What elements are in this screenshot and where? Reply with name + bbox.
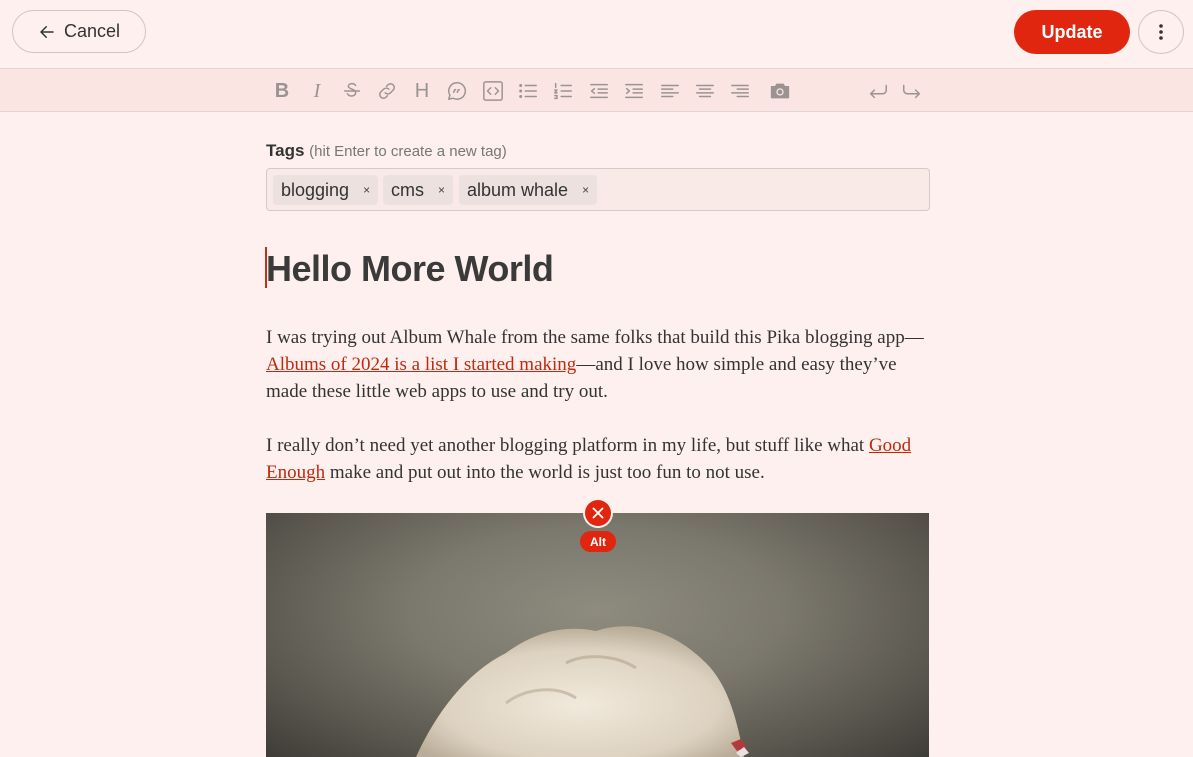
tag-label: cms xyxy=(391,179,424,200)
tag-chip: blogging × xyxy=(273,175,379,205)
close-icon xyxy=(592,507,604,519)
paragraph[interactable]: I was trying out Album Whale from the sa… xyxy=(266,324,936,405)
tag-chip: album whale × xyxy=(459,175,598,205)
align-left-icon xyxy=(661,84,679,98)
heading-icon: H xyxy=(414,79,430,102)
heading-button[interactable]: H xyxy=(409,78,435,104)
cancel-button[interactable]: Cancel xyxy=(12,10,146,53)
align-right-button[interactable] xyxy=(727,78,753,104)
align-right-icon xyxy=(731,84,749,98)
quote-button[interactable] xyxy=(444,78,470,104)
indent-icon xyxy=(625,83,643,99)
numbered-list-icon xyxy=(554,82,572,100)
code-button[interactable] xyxy=(480,78,506,104)
redo-icon xyxy=(903,84,921,99)
paragraph-text: make and put out into the world is just … xyxy=(325,462,765,483)
tag-remove-icon[interactable]: × xyxy=(438,183,445,197)
bold-icon: B xyxy=(274,79,290,102)
indent-button[interactable] xyxy=(621,78,647,104)
undo-button[interactable] xyxy=(865,78,891,104)
tags-title: Tags xyxy=(266,141,305,160)
tag-remove-icon[interactable]: × xyxy=(582,183,589,197)
redo-button[interactable] xyxy=(899,78,925,104)
arrow-left-icon xyxy=(40,25,54,38)
tags-hint: (hit Enter to create a new tag) xyxy=(309,143,507,160)
update-button[interactable]: Update xyxy=(1014,10,1130,54)
italic-icon: I xyxy=(313,79,321,102)
link-icon xyxy=(379,83,395,99)
tag-label: blogging xyxy=(281,179,350,200)
more-vertical-icon xyxy=(1159,24,1163,40)
outdent-icon xyxy=(590,83,608,99)
alt-text-button[interactable]: Alt xyxy=(580,531,616,552)
insert-image-button[interactable] xyxy=(767,78,793,104)
link-button[interactable] xyxy=(374,78,400,104)
formatting-toolbar: B I H xyxy=(0,68,1193,112)
align-center-icon xyxy=(696,84,714,98)
albums-link[interactable]: Albums of 2024 is a list I started makin… xyxy=(266,354,576,375)
quote-icon xyxy=(448,82,467,100)
undo-icon xyxy=(869,84,887,99)
tag-label: album whale xyxy=(467,179,569,200)
bullet-list-button[interactable] xyxy=(515,78,541,104)
tags-input[interactable]: blogging × cms × album whale × xyxy=(266,168,930,211)
top-bar: Cancel Update xyxy=(0,0,1193,68)
code-icon xyxy=(483,81,503,101)
paragraph-text: I really don’t need yet another blogging… xyxy=(266,435,869,456)
align-left-button[interactable] xyxy=(657,78,683,104)
camera-icon xyxy=(770,83,790,99)
cancel-label: Cancel xyxy=(63,21,121,41)
post-title[interactable]: Hello More World xyxy=(266,248,554,290)
remove-image-button[interactable] xyxy=(585,500,611,526)
more-options-button[interactable] xyxy=(1138,10,1184,54)
bold-button[interactable]: B xyxy=(269,78,295,104)
tags-label: Tags (hit Enter to create a new tag) xyxy=(266,141,507,161)
paragraph[interactable]: I really don’t need yet another blogging… xyxy=(266,432,936,486)
strikethrough-icon xyxy=(343,82,361,97)
tag-remove-icon[interactable]: × xyxy=(363,183,370,197)
align-center-button[interactable] xyxy=(692,78,718,104)
italic-button[interactable]: I xyxy=(304,78,330,104)
paragraph-text: I was trying out Album Whale from the sa… xyxy=(266,327,924,348)
bullet-list-icon xyxy=(519,84,537,98)
tag-chip: cms × xyxy=(383,175,454,205)
strikethrough-button[interactable] xyxy=(339,78,365,104)
numbered-list-button[interactable] xyxy=(550,78,576,104)
outdent-button[interactable] xyxy=(586,78,612,104)
